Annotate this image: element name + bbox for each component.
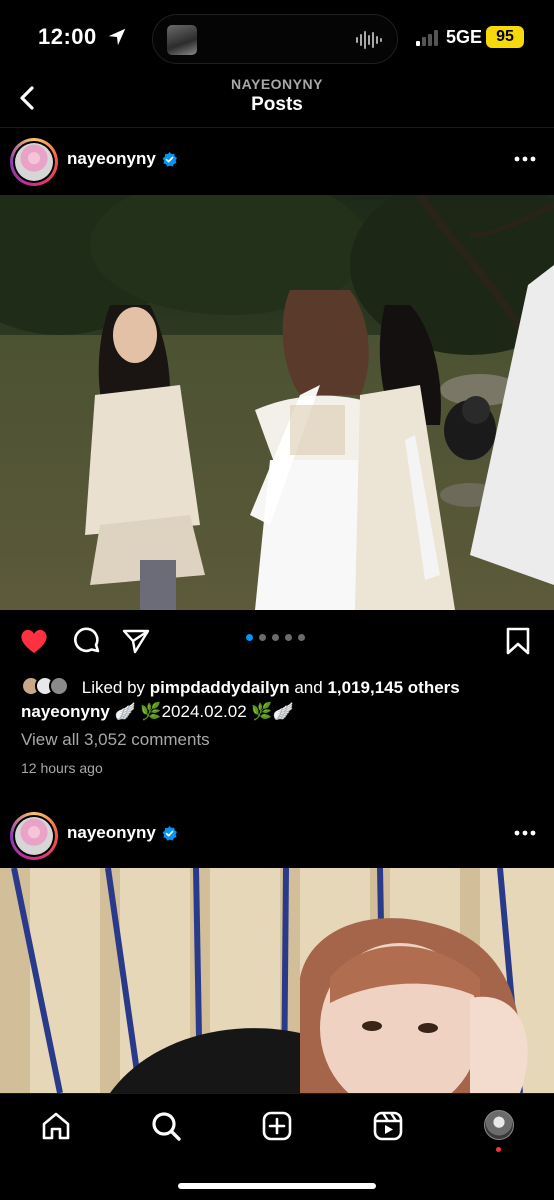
battery-indicator: 95 (486, 26, 524, 48)
post-photo[interactable] (0, 868, 554, 1093)
profile-avatar[interactable] (484, 1110, 514, 1140)
likes-summary[interactable]: Liked by pimpdaddydailyn and 1,019,145 o… (21, 676, 541, 698)
more-horizontal-icon[interactable] (514, 830, 536, 836)
avatar[interactable] (10, 138, 58, 186)
signal-strength-icon (416, 30, 438, 46)
heart-filled-icon[interactable] (19, 626, 49, 656)
carousel-dot (298, 634, 305, 641)
post-timestamp: 12 hours ago (21, 760, 103, 776)
caption-text: 🪽 🌿2024.02.02 🌿🪽 (114, 702, 294, 721)
bookmark-icon[interactable] (503, 626, 533, 656)
page-header: NAYEONYNY Posts (0, 76, 554, 128)
post-photo-illustration (0, 195, 554, 610)
liked-by-user[interactable]: pimpdaddydailyn (150, 678, 290, 697)
carousel-dot-active (246, 634, 253, 641)
location-arrow-icon (108, 28, 126, 46)
view-comments-link[interactable]: View all 3,052 comments (21, 730, 210, 750)
send-icon[interactable] (121, 626, 151, 656)
avatar[interactable] (10, 812, 58, 860)
dynamic-island[interactable] (152, 14, 398, 64)
audio-waveform-icon (356, 31, 382, 49)
caption-username[interactable]: nayeonyny (21, 702, 110, 721)
home-icon[interactable] (40, 1110, 72, 1142)
carousel-dot (259, 634, 266, 641)
post-photo[interactable] (0, 195, 554, 610)
likes-and: and (294, 678, 323, 697)
header-username: NAYEONYNY (231, 76, 323, 92)
search-icon[interactable] (150, 1110, 182, 1142)
post-username[interactable]: nayeonyny (67, 149, 156, 169)
post-caption: nayeonyny 🪽 🌿2024.02.02 🌿🪽 (21, 702, 294, 722)
more-horizontal-icon[interactable] (514, 156, 536, 162)
carousel-dot (285, 634, 292, 641)
home-indicator[interactable] (178, 1183, 376, 1189)
post-header: nayeonyny (0, 804, 554, 862)
create-icon[interactable] (261, 1110, 293, 1142)
verified-badge-icon (162, 826, 177, 841)
post-username[interactable]: nayeonyny (67, 823, 156, 843)
liker-avatars (21, 676, 77, 696)
notification-dot (496, 1147, 501, 1152)
now-playing-artwork (167, 25, 197, 55)
network-type: 5GE (446, 27, 483, 47)
carousel-dot (272, 634, 279, 641)
likes-count[interactable]: 1,019,145 others (327, 678, 459, 697)
verified-badge-icon (162, 152, 177, 167)
status-bar: 12:00 5GE 95 (0, 0, 554, 76)
page-title: Posts (251, 94, 303, 115)
post-header: nayeonyny (0, 130, 554, 188)
likes-prefix: Liked by (81, 678, 146, 697)
post-photo-illustration (0, 868, 554, 1093)
reels-icon[interactable] (372, 1110, 404, 1142)
comment-icon[interactable] (72, 626, 102, 656)
carousel-indicator (246, 634, 308, 642)
status-time: 12:00 (38, 24, 97, 49)
